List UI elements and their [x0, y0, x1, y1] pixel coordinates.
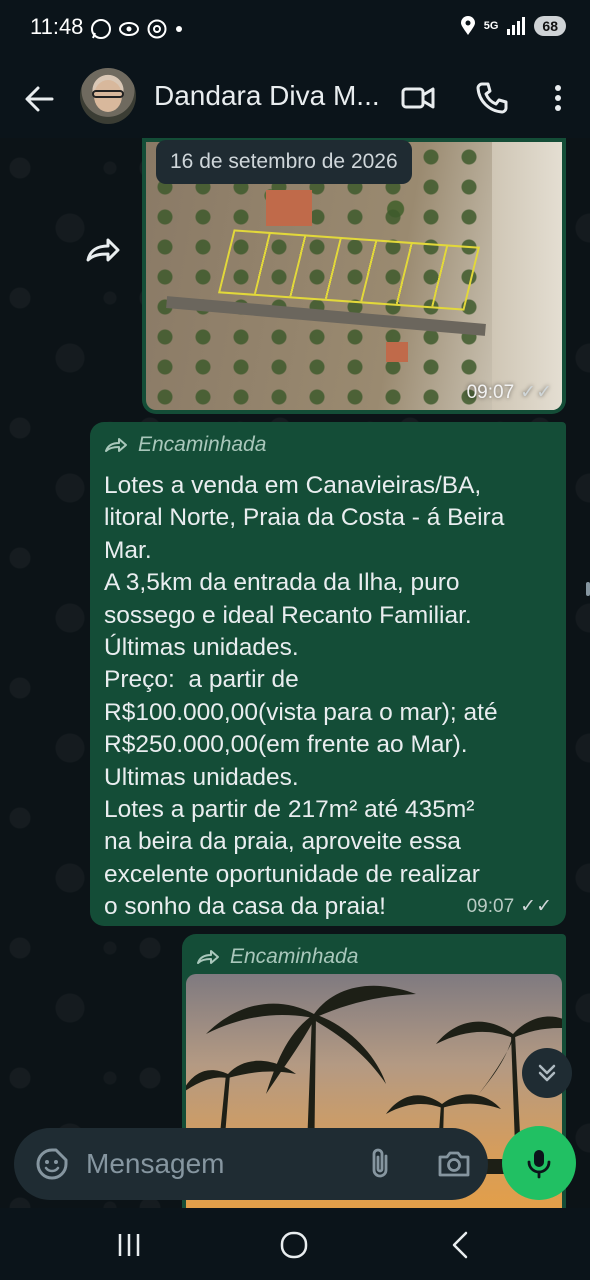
status-bar: 11:48 5G 68 — [0, 0, 590, 60]
video-call-icon[interactable] — [400, 80, 436, 116]
threads-notification-icon — [147, 19, 167, 39]
dot-icon — [176, 26, 182, 32]
forwarded-label: Encaminhada — [138, 433, 267, 456]
recent-apps-icon[interactable] — [112, 1228, 146, 1262]
status-right: 5G 68 — [460, 16, 566, 36]
camera-icon[interactable] — [436, 1146, 472, 1182]
avatar[interactable] — [80, 68, 136, 124]
message-composer — [14, 1128, 488, 1200]
battery-level: 68 — [534, 16, 566, 36]
whatsapp-notification-icon — [91, 19, 111, 39]
message-time: 09:07 ✓✓ — [466, 382, 552, 403]
forwarded-label: Encaminhada — [230, 945, 359, 968]
voice-message-button[interactable] — [502, 1126, 576, 1200]
status-time: 11:48 — [30, 14, 84, 39]
forward-icon[interactable] — [80, 228, 124, 272]
chat-area[interactable]: 09:07 ✓✓ 16 de setembro de 2026 Encaminha… — [0, 138, 590, 1208]
home-icon[interactable] — [277, 1228, 311, 1262]
avatar-glasses — [92, 90, 124, 98]
forwarded-indicator: Encaminhada — [104, 430, 552, 460]
back-nav-icon[interactable] — [444, 1228, 478, 1262]
more-options-icon[interactable] — [540, 80, 576, 116]
double-check-icon: ✓✓ — [520, 382, 552, 403]
message-input[interactable] — [86, 1142, 346, 1186]
house-roof — [386, 342, 408, 362]
notification-icons — [90, 18, 184, 40]
house-roof — [266, 190, 312, 226]
back-arrow-icon[interactable] — [22, 82, 56, 116]
voice-call-icon[interactable] — [474, 80, 510, 116]
scroll-to-bottom-button[interactable] — [522, 1048, 572, 1098]
forwarded-icon — [197, 950, 219, 964]
network-label: 5G — [483, 20, 499, 32]
image-message-bubble[interactable]: 09:07 ✓✓ 16 de setembro de 2026 — [142, 138, 566, 414]
date-chip: 16 de setembro de 2026 — [156, 140, 412, 184]
forwarded-indicator: Encaminhada — [186, 938, 562, 976]
contact-name[interactable]: Dandara Diva M... — [154, 80, 380, 112]
double-check-icon: ✓✓ — [520, 896, 552, 917]
eye-notification-icon — [119, 22, 139, 36]
system-nav-bar — [0, 1208, 590, 1280]
message-text: Lotes a venda em Canavieiras/BA, litoral… — [104, 472, 505, 921]
text-message-bubble[interactable]: Encaminhada Lotes a venda em Canavieiras… — [90, 422, 566, 926]
signal-icon — [507, 17, 526, 35]
sticker-emoji-icon[interactable] — [34, 1146, 70, 1182]
scroll-indicator[interactable] — [586, 582, 590, 596]
double-chevron-down-icon — [538, 1064, 556, 1082]
paperclip-icon[interactable] — [362, 1146, 398, 1182]
forwarded-icon — [105, 438, 127, 452]
message-time: 09:07 ✓✓ — [466, 896, 552, 917]
beach-strip — [492, 142, 562, 410]
location-icon — [460, 16, 475, 35]
microphone-icon — [527, 1150, 551, 1179]
chat-header: Dandara Diva M... — [0, 60, 590, 138]
